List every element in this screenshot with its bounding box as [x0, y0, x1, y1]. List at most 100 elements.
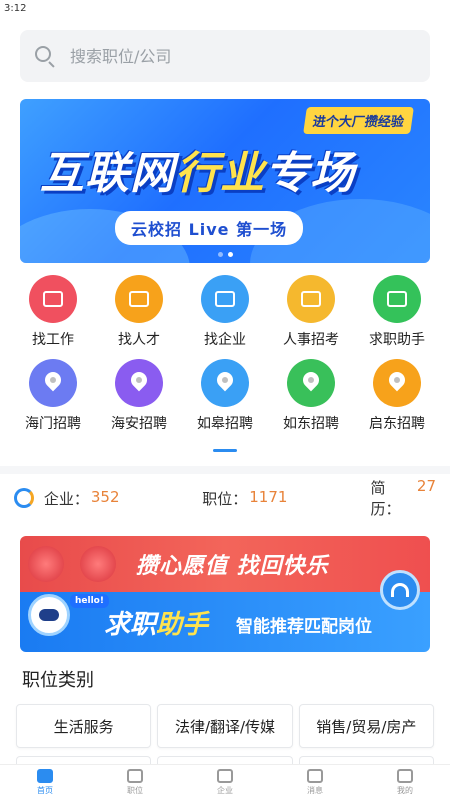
quick-menu-label: 海安招聘 [111, 416, 167, 432]
quick-menu-label: 求职助手 [369, 332, 425, 348]
menu-page-indicator [213, 449, 237, 452]
banner-title-part: 互联网 [40, 148, 175, 199]
banner-dot[interactable] [217, 252, 223, 257]
banner-title: 互联网行业专场 [40, 137, 355, 201]
tab-label: 我的 [397, 786, 413, 795]
robot-icon [373, 275, 421, 323]
home-icon [37, 769, 53, 783]
tab-label: 首页 [37, 786, 53, 795]
quick-menu-item[interactable]: 启东招聘 [354, 359, 440, 433]
ad-bottom-title-part: 求职 [104, 610, 157, 640]
status-bar: 3:12 [0, 0, 450, 18]
stat-companies[interactable]: 企业： 352 [44, 488, 202, 509]
ad-top-text: 攒心愿值 找回快乐 [136, 554, 329, 579]
location-pin-icon [201, 359, 249, 407]
tab-label: 消息 [307, 786, 323, 795]
location-pin-shape [44, 372, 62, 394]
tab-label: 企业 [217, 786, 233, 795]
quick-menu-item[interactable]: 求职助手 [354, 275, 440, 349]
location-pin-icon [287, 359, 335, 407]
robot-icon [28, 594, 70, 636]
location-pin-icon [373, 359, 421, 407]
search-icon [34, 45, 56, 68]
tab-building[interactable]: 企业 [180, 765, 270, 800]
location-pin-icon [115, 359, 163, 407]
banner-tag: 进个大厂攒经验 [303, 107, 414, 134]
ad-bottom-title-accent: 助手 [156, 610, 209, 640]
stats-bar: 企业： 352 职位： 1171 简历： 27 [0, 474, 450, 522]
tab-message[interactable]: 消息 [270, 765, 360, 800]
stat-jobs[interactable]: 职位： 1171 [202, 488, 370, 509]
banner-title-accent: 行业 [175, 148, 265, 199]
quick-menu-label: 如皋招聘 [197, 416, 253, 432]
banner-subtitle: 云校招 Live 第一场 [115, 211, 304, 245]
banner-dot-active[interactable] [227, 252, 233, 257]
robot-icon-shape [387, 291, 407, 307]
headset-icon [391, 583, 409, 597]
quick-menu-item[interactable]: 如东招聘 [268, 359, 354, 433]
document-icon [287, 275, 335, 323]
profile-icon [397, 769, 413, 783]
category-row-peek [16, 756, 434, 764]
banner-title-part: 专场 [265, 148, 355, 199]
category-item[interactable]: 销售/贸易/房产 [298, 704, 434, 748]
status-time: 3:12 [4, 3, 27, 14]
search-input[interactable] [70, 46, 370, 66]
stat-label: 职位： [202, 489, 248, 508]
location-pin-shape [302, 372, 320, 394]
building-icon [217, 769, 233, 783]
quick-menu-item[interactable]: 海门招聘 [10, 359, 96, 433]
quick-menu: 找工作 找人才 找企业 人事招考 求职助手海门招聘 海安招聘 如皋招聘 如东招聘 启东招聘 [0, 263, 450, 433]
ad-bottom-title: 求职助手 [104, 604, 208, 641]
tab-profile[interactable]: 我的 [360, 765, 450, 800]
stats-logo-icon [14, 488, 34, 508]
promo-banner[interactable]: 进个大厂攒经验 互联网行业专场 云校招 Live 第一场 [20, 99, 430, 263]
tab-home[interactable]: 首页 [0, 765, 90, 800]
quick-menu-item[interactable]: 人事招考 [268, 275, 354, 349]
quick-menu-label: 找工作 [32, 332, 74, 348]
stat-label: 简历： [370, 479, 401, 518]
location-pin-shape [130, 372, 148, 394]
ad-bottom-subtitle: 智能推荐匹配岗位 [236, 617, 372, 637]
quick-menu-item[interactable]: 找企业 [182, 275, 268, 349]
bottom-tab-bar: 首页 职位 企业 消息 我的 [0, 764, 450, 800]
customer-service-button[interactable] [380, 570, 420, 610]
stat-label: 企业： [43, 489, 89, 508]
heart-icon [80, 546, 116, 582]
quick-menu-label: 找人才 [118, 332, 160, 348]
location-pin-shape [216, 372, 234, 394]
home-page: 3:12 进个大厂攒经验 互联网行业专场 云校招 Live 第一场 找工作 找人才… [0, 0, 450, 800]
quick-menu-label: 启东招聘 [369, 416, 425, 432]
quick-menu-item[interactable]: 如皋招聘 [182, 359, 268, 433]
briefcase-icon-shape [43, 291, 63, 307]
quick-menu-label: 人事招考 [283, 332, 339, 348]
quick-menu-label: 如东招聘 [283, 416, 339, 432]
location-pin-icon [29, 359, 77, 407]
tab-label: 职位 [127, 786, 143, 795]
person-icon [115, 275, 163, 323]
ad-top-strip[interactable]: 攒心愿值 找回快乐 [20, 536, 430, 592]
message-icon [307, 769, 323, 783]
category-item[interactable]: 法律/翻译/传媒 [157, 704, 293, 748]
quick-menu-label: 找企业 [204, 332, 246, 348]
stat-value: 1171 [249, 487, 288, 506]
category-item[interactable]: 生活服务 [16, 704, 152, 748]
ad-bottom-strip[interactable]: hello! 求职助手 智能推荐匹配岗位 [20, 592, 430, 652]
stat-resumes[interactable]: 简历： 27 [371, 477, 436, 519]
briefcase-icon [29, 275, 77, 323]
heart-icon [28, 546, 64, 582]
job-categories-section: 职位类别 生活服务 法律/翻译/传媒 销售/贸易/房产 [0, 666, 450, 748]
person-icon-shape [129, 291, 149, 307]
quick-menu-item[interactable]: 找工作 [10, 275, 96, 349]
quick-menu-item[interactable]: 海安招聘 [96, 359, 182, 433]
tab-briefcase[interactable]: 职位 [90, 765, 180, 800]
quick-menu-item[interactable]: 找人才 [96, 275, 182, 349]
document-icon-shape [301, 291, 321, 307]
divider [0, 466, 450, 474]
building-icon [201, 275, 249, 323]
banner-pagination [20, 252, 430, 257]
search-bar[interactable] [20, 30, 430, 82]
briefcase-icon [127, 769, 143, 783]
section-title: 职位类别 [22, 670, 94, 691]
ad-banner[interactable]: 攒心愿值 找回快乐 hello! 求职助手 智能推荐匹配岗位 [20, 536, 430, 652]
